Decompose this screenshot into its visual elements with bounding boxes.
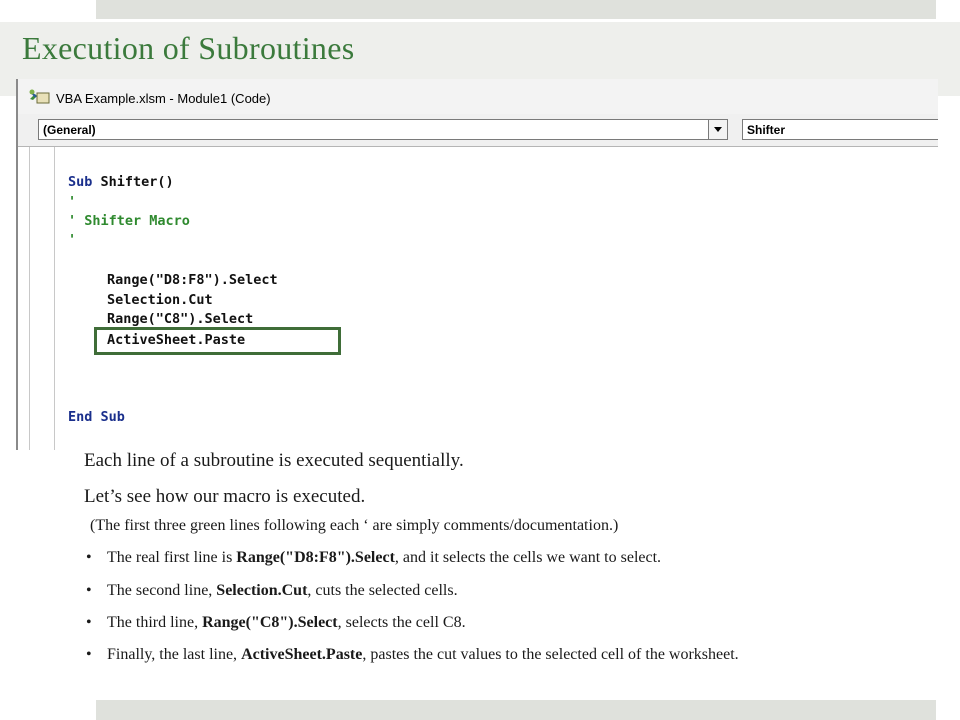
- vba-titlebar: VBA Example.xlsm - Module1 (Code): [18, 79, 938, 114]
- keyword-sub: Sub: [68, 174, 93, 190]
- code-ref: Range("C8").Select: [202, 614, 338, 631]
- procedure-dropdown-value: Shifter: [747, 123, 786, 137]
- bullet-glyph: •: [86, 582, 92, 599]
- text-note: (The first three green lines following e…: [90, 517, 619, 534]
- code-comment-1: ': [68, 194, 77, 210]
- chevron-down-icon[interactable]: [708, 120, 727, 139]
- vba-toolbar: (General) Shifter: [18, 114, 938, 146]
- slide: { "slide": { "title": "Execution of Subr…: [0, 0, 960, 720]
- vba-window-title: VBA Example.xlsm - Module1 (Code): [56, 91, 271, 106]
- code-statement-2: Selection.Cut: [107, 292, 213, 308]
- bottom-decor-band: [96, 700, 936, 720]
- bullet-item-3: • The third line, Range("C8").Select, sel…: [86, 614, 466, 631]
- vba-project-icon: [29, 89, 50, 104]
- bullet-item-1: • The real first line is Range("D8:F8").S…: [86, 549, 662, 566]
- text-line-1: Each line of a subroutine is executed se…: [84, 450, 464, 471]
- text-line-2: Let’s see how our macro is executed.: [84, 486, 366, 507]
- code-statement-1: Range("D8:F8").Select: [107, 272, 278, 288]
- object-dropdown[interactable]: (General): [38, 119, 728, 140]
- code-comment-2: ' Shifter Macro: [68, 213, 190, 229]
- bullet-glyph: •: [86, 646, 92, 663]
- bullet-glyph: •: [86, 614, 92, 631]
- code-end-sub: End Sub: [68, 409, 125, 425]
- highlight-box: [94, 327, 341, 355]
- bullet-item-2: • The second line, Selection.Cut, cuts th…: [86, 582, 458, 599]
- code-comment-3: ': [68, 232, 77, 248]
- code-margin-indicator-bar: [29, 147, 55, 450]
- code-ref: Selection.Cut: [216, 582, 308, 599]
- top-decor-band: [96, 0, 936, 19]
- object-dropdown-value: (General): [43, 123, 96, 137]
- code-line-sub: Sub Shifter(): [68, 173, 174, 191]
- code-statement-3: Range("C8").Select: [107, 311, 254, 327]
- sub-name: Shifter(): [92, 174, 174, 190]
- procedure-dropdown[interactable]: Shifter: [742, 119, 938, 140]
- code-ref: Range("D8:F8").Select: [236, 549, 395, 566]
- slide-title: Execution of Subroutines: [22, 30, 355, 66]
- vba-editor-window: VBA Example.xlsm - Module1 (Code) (Gener…: [16, 79, 938, 450]
- bullet-glyph: •: [86, 549, 92, 566]
- code-editor[interactable]: Sub Shifter() ' ' Shifter Macro ' Range(…: [18, 146, 938, 450]
- code-ref: ActiveSheet.Paste: [241, 646, 363, 663]
- bullet-item-4: • Finally, the last line, ActiveSheet.Pas…: [86, 646, 739, 663]
